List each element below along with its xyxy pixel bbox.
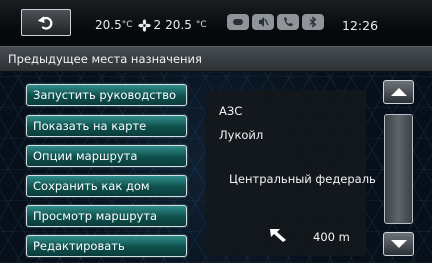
temp-left-unit: °C — [121, 20, 133, 30]
scroll-up-button[interactable] — [383, 80, 414, 104]
destination-info-panel: АЗС Лукойл Центральный федераль 400 m — [205, 90, 376, 256]
route-options-button[interactable]: Опции маршрута — [26, 145, 187, 167]
temp-right: 20.5 — [165, 18, 192, 32]
fan-icon — [137, 18, 151, 32]
screen-title: Предыдущее места назначения — [8, 52, 202, 66]
mute-icon — [252, 14, 274, 30]
fan-level: 2 — [153, 18, 162, 32]
show-on-map-button[interactable]: Показать на карте — [26, 115, 187, 137]
destination-name: Лукойл — [219, 128, 264, 142]
status-icons — [227, 14, 324, 30]
chevron-up-icon — [390, 88, 407, 96]
screen-title-bar: Предыдущее места назначения — [0, 46, 432, 72]
destination-road: Центральный федераль — [229, 172, 376, 186]
destination-distance: 400 m — [313, 230, 350, 244]
view-route-button[interactable]: Просмотр маршрута — [26, 205, 187, 227]
media-icon — [227, 14, 249, 30]
phone-icon — [277, 14, 299, 30]
scroll-down-button[interactable] — [383, 232, 414, 256]
status-bar: 20.5 °C 2 20.5 °C 12:26 — [0, 0, 432, 46]
chevron-down-icon — [390, 240, 407, 248]
destination-category: АЗС — [219, 104, 243, 118]
climate-display: 20.5 °C 2 20.5 °C — [95, 18, 210, 32]
bluetooth-icon — [302, 14, 324, 30]
save-as-home-button[interactable]: Сохранить как дом — [26, 175, 187, 197]
scrollbar[interactable] — [383, 80, 414, 256]
direction-arrow-icon — [270, 229, 286, 242]
start-guidance-button[interactable]: Запустить руководство — [26, 84, 187, 106]
back-button[interactable] — [21, 9, 71, 36]
clock: 12:26 — [342, 18, 379, 33]
edit-button[interactable]: Редактировать — [26, 235, 187, 257]
back-arrow-icon — [37, 15, 53, 30]
temp-right-unit: °C — [195, 20, 207, 30]
scroll-thumb[interactable] — [384, 114, 413, 224]
temp-left: 20.5 — [95, 18, 122, 32]
